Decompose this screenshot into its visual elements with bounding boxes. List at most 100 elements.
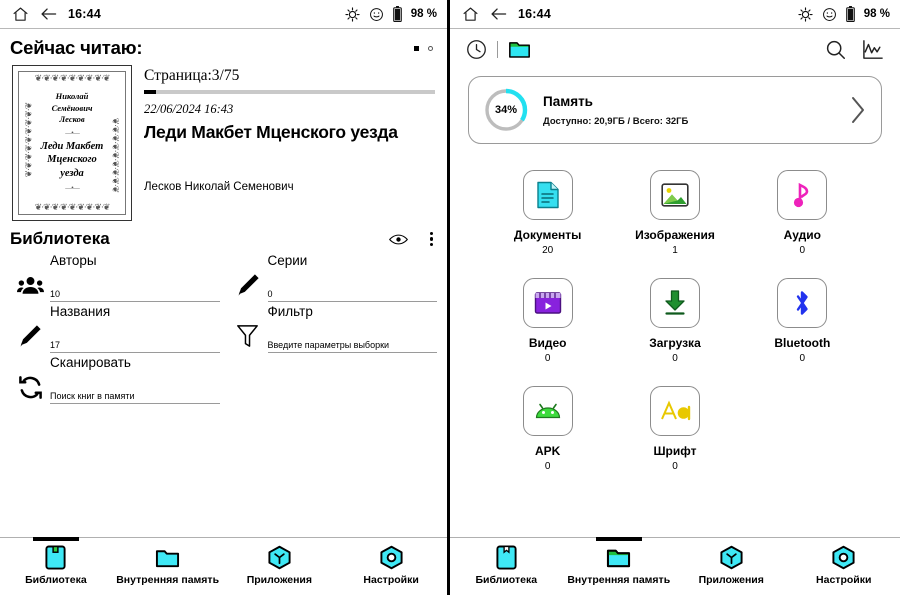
category-audio[interactable]: Аудио 0 [739,170,866,256]
status-time: 16:44 [518,7,551,21]
reading-progress-fill [144,90,156,94]
status-bar: 16:44 98 % [450,0,900,29]
library-title: Библиотека [10,229,110,248]
folder-icon[interactable] [508,39,531,60]
category-count: 0 [799,353,806,364]
library-field-label: Серии [267,253,308,268]
library-field-titles[interactable]: Названия 17 [10,302,220,353]
smiley-face-icon[interactable] [822,7,837,22]
nav-item-library[interactable]: Библиотека [0,538,112,595]
audio-icon [777,170,828,220]
library-field-series[interactable]: Серии 0 [228,251,437,302]
category-name: Шрифт [653,444,697,458]
category-download[interactable]: Загрузка 0 [611,278,738,364]
brightness-icon[interactable] [345,6,360,22]
chart-stats-icon[interactable] [862,39,884,60]
category-documents[interactable]: Документы 20 [484,170,611,256]
titles-pen-icon [10,305,50,353]
clock-icon[interactable] [466,39,487,60]
category-name: Аудио [783,228,822,242]
apps-icon [268,545,291,570]
library-screen-body: Сейчас читаю: ❦·❦·❦·❦·❦·❦·❦·❦·❦ ❦·❦·❦·❦·… [0,29,447,537]
memory-subtitle: Доступно: 20,9ГБ / Всего: 32ГБ [543,115,689,127]
library-field-label: Названия [50,304,111,319]
nav-item-applications[interactable]: Приложения [224,538,336,595]
back-arrow-icon[interactable] [40,7,57,21]
file-category-grid: Документы 20 Изображения 1 Аудио 0 Видео… [450,144,900,472]
category-count: 1 [672,245,678,256]
category-count: 0 [544,353,551,364]
authors-group-icon [10,254,50,302]
book-cover-art: ❦·❦·❦·❦·❦·❦·❦·❦·❦ ❦·❦·❦·❦·❦·❦·❦·❦·❦ ❦·❦·… [18,71,126,215]
chevron-right-icon[interactable] [849,95,867,125]
library-field-authors[interactable]: Авторы 10 [10,251,220,302]
overflow-menu-icon[interactable] [429,231,433,247]
status-bar: 16:44 98 % [0,0,447,29]
nav-label: Внутренняя память [116,574,220,586]
nav-item-internal-memory[interactable]: Внутренняя память [563,538,676,595]
category-video[interactable]: Видео 0 [484,278,611,364]
category-font[interactable]: Шрифт 0 [611,386,738,472]
nav-item-library[interactable]: Библиотека [450,538,563,595]
brightness-icon[interactable] [798,6,813,22]
nav-label: Внутренняя память [567,574,671,586]
category-images[interactable]: Изображения 1 [611,170,738,256]
bluetooth-icon [777,278,828,328]
nav-label: Библиотека [475,574,538,586]
category-count: 0 [672,353,678,364]
library-field-value[interactable]: 17 [50,340,220,353]
library-header: Библиотека [0,221,447,249]
page-dot-inactive[interactable] [428,46,433,51]
battery-full-icon [845,6,855,22]
memory-usage-ring: 34% [483,87,529,133]
folder-icon [156,550,180,568]
reading-progress-bar[interactable] [144,90,435,94]
library-fields-grid: Авторы 10 Серии 0 Названия 17 Фильтр Вве… [0,249,447,404]
filter-funnel-icon [228,305,268,353]
search-icon[interactable] [825,39,846,60]
category-count: 20 [542,245,554,256]
nav-label: Настройки [363,574,419,586]
current-book-row[interactable]: ❦·❦·❦·❦·❦·❦·❦·❦·❦ ❦·❦·❦·❦·❦·❦·❦·❦·❦ ❦·❦·… [0,61,447,221]
storage-toolbar [450,29,900,66]
scan-input[interactable]: Поиск книг в памяти [50,391,220,404]
memory-card[interactable]: 34% Память Доступно: 20,9ГБ / Всего: 32Г… [468,76,882,144]
nav-item-settings[interactable]: Настройки [788,538,900,595]
apps-icon [720,545,743,570]
category-name: Загрузка [649,336,701,350]
home-icon[interactable] [462,6,479,23]
nav-label: Настройки [816,574,872,586]
document-icon [522,170,573,220]
download-icon [649,278,700,328]
eye-icon[interactable] [388,233,408,246]
filter-input[interactable]: Введите параметры выборки [267,340,437,353]
smiley-face-icon[interactable] [369,7,384,22]
library-field-value[interactable]: 10 [50,289,220,302]
home-icon[interactable] [12,6,29,23]
cover-title: Леди Макбет Мценского уезда [40,140,104,180]
battery-percent: 98 % [863,8,890,20]
page-counter: Страница:3/75 [144,67,240,84]
library-field-scan[interactable]: Сканировать Поиск книг в памяти [10,353,220,404]
back-arrow-icon[interactable] [490,7,507,21]
page-indicator-dots[interactable] [414,37,433,51]
book-cover[interactable]: ❦·❦·❦·❦·❦·❦·❦·❦·❦ ❦·❦·❦·❦·❦·❦·❦·❦·❦ ❦·❦·… [12,65,132,221]
library-field-filter[interactable]: Фильтр Введите параметры выборки [228,302,437,353]
nav-item-applications[interactable]: Приложения [675,538,788,595]
category-apk[interactable]: APK 0 [484,386,611,472]
library-field-value[interactable]: 0 [267,289,437,302]
book-title: Леди Макбет Мценского уезда [144,122,398,142]
category-bluetooth[interactable]: Bluetooth 0 [739,278,866,364]
nav-item-internal-memory[interactable]: Внутренняя память [112,538,224,595]
category-count: 0 [544,461,551,472]
dual-screenshot: 16:44 98 % Сейчас читаю: ❦·❦·❦·❦·❦·❦·❦·❦… [0,0,900,595]
library-field-label: Сканировать [50,355,131,370]
battery-full-icon [392,6,402,22]
battery-percent: 98 % [410,8,437,20]
book-author: Лесков Николай Семенович [144,180,294,193]
page-dot-active[interactable] [414,46,419,51]
status-time: 16:44 [68,7,101,21]
nav-item-settings[interactable]: Настройки [335,538,447,595]
cover-ornament-right: ❦·❦·❦·❦·❦·❦·❦·❦·❦ [110,117,121,193]
category-name: Видео [528,336,567,350]
